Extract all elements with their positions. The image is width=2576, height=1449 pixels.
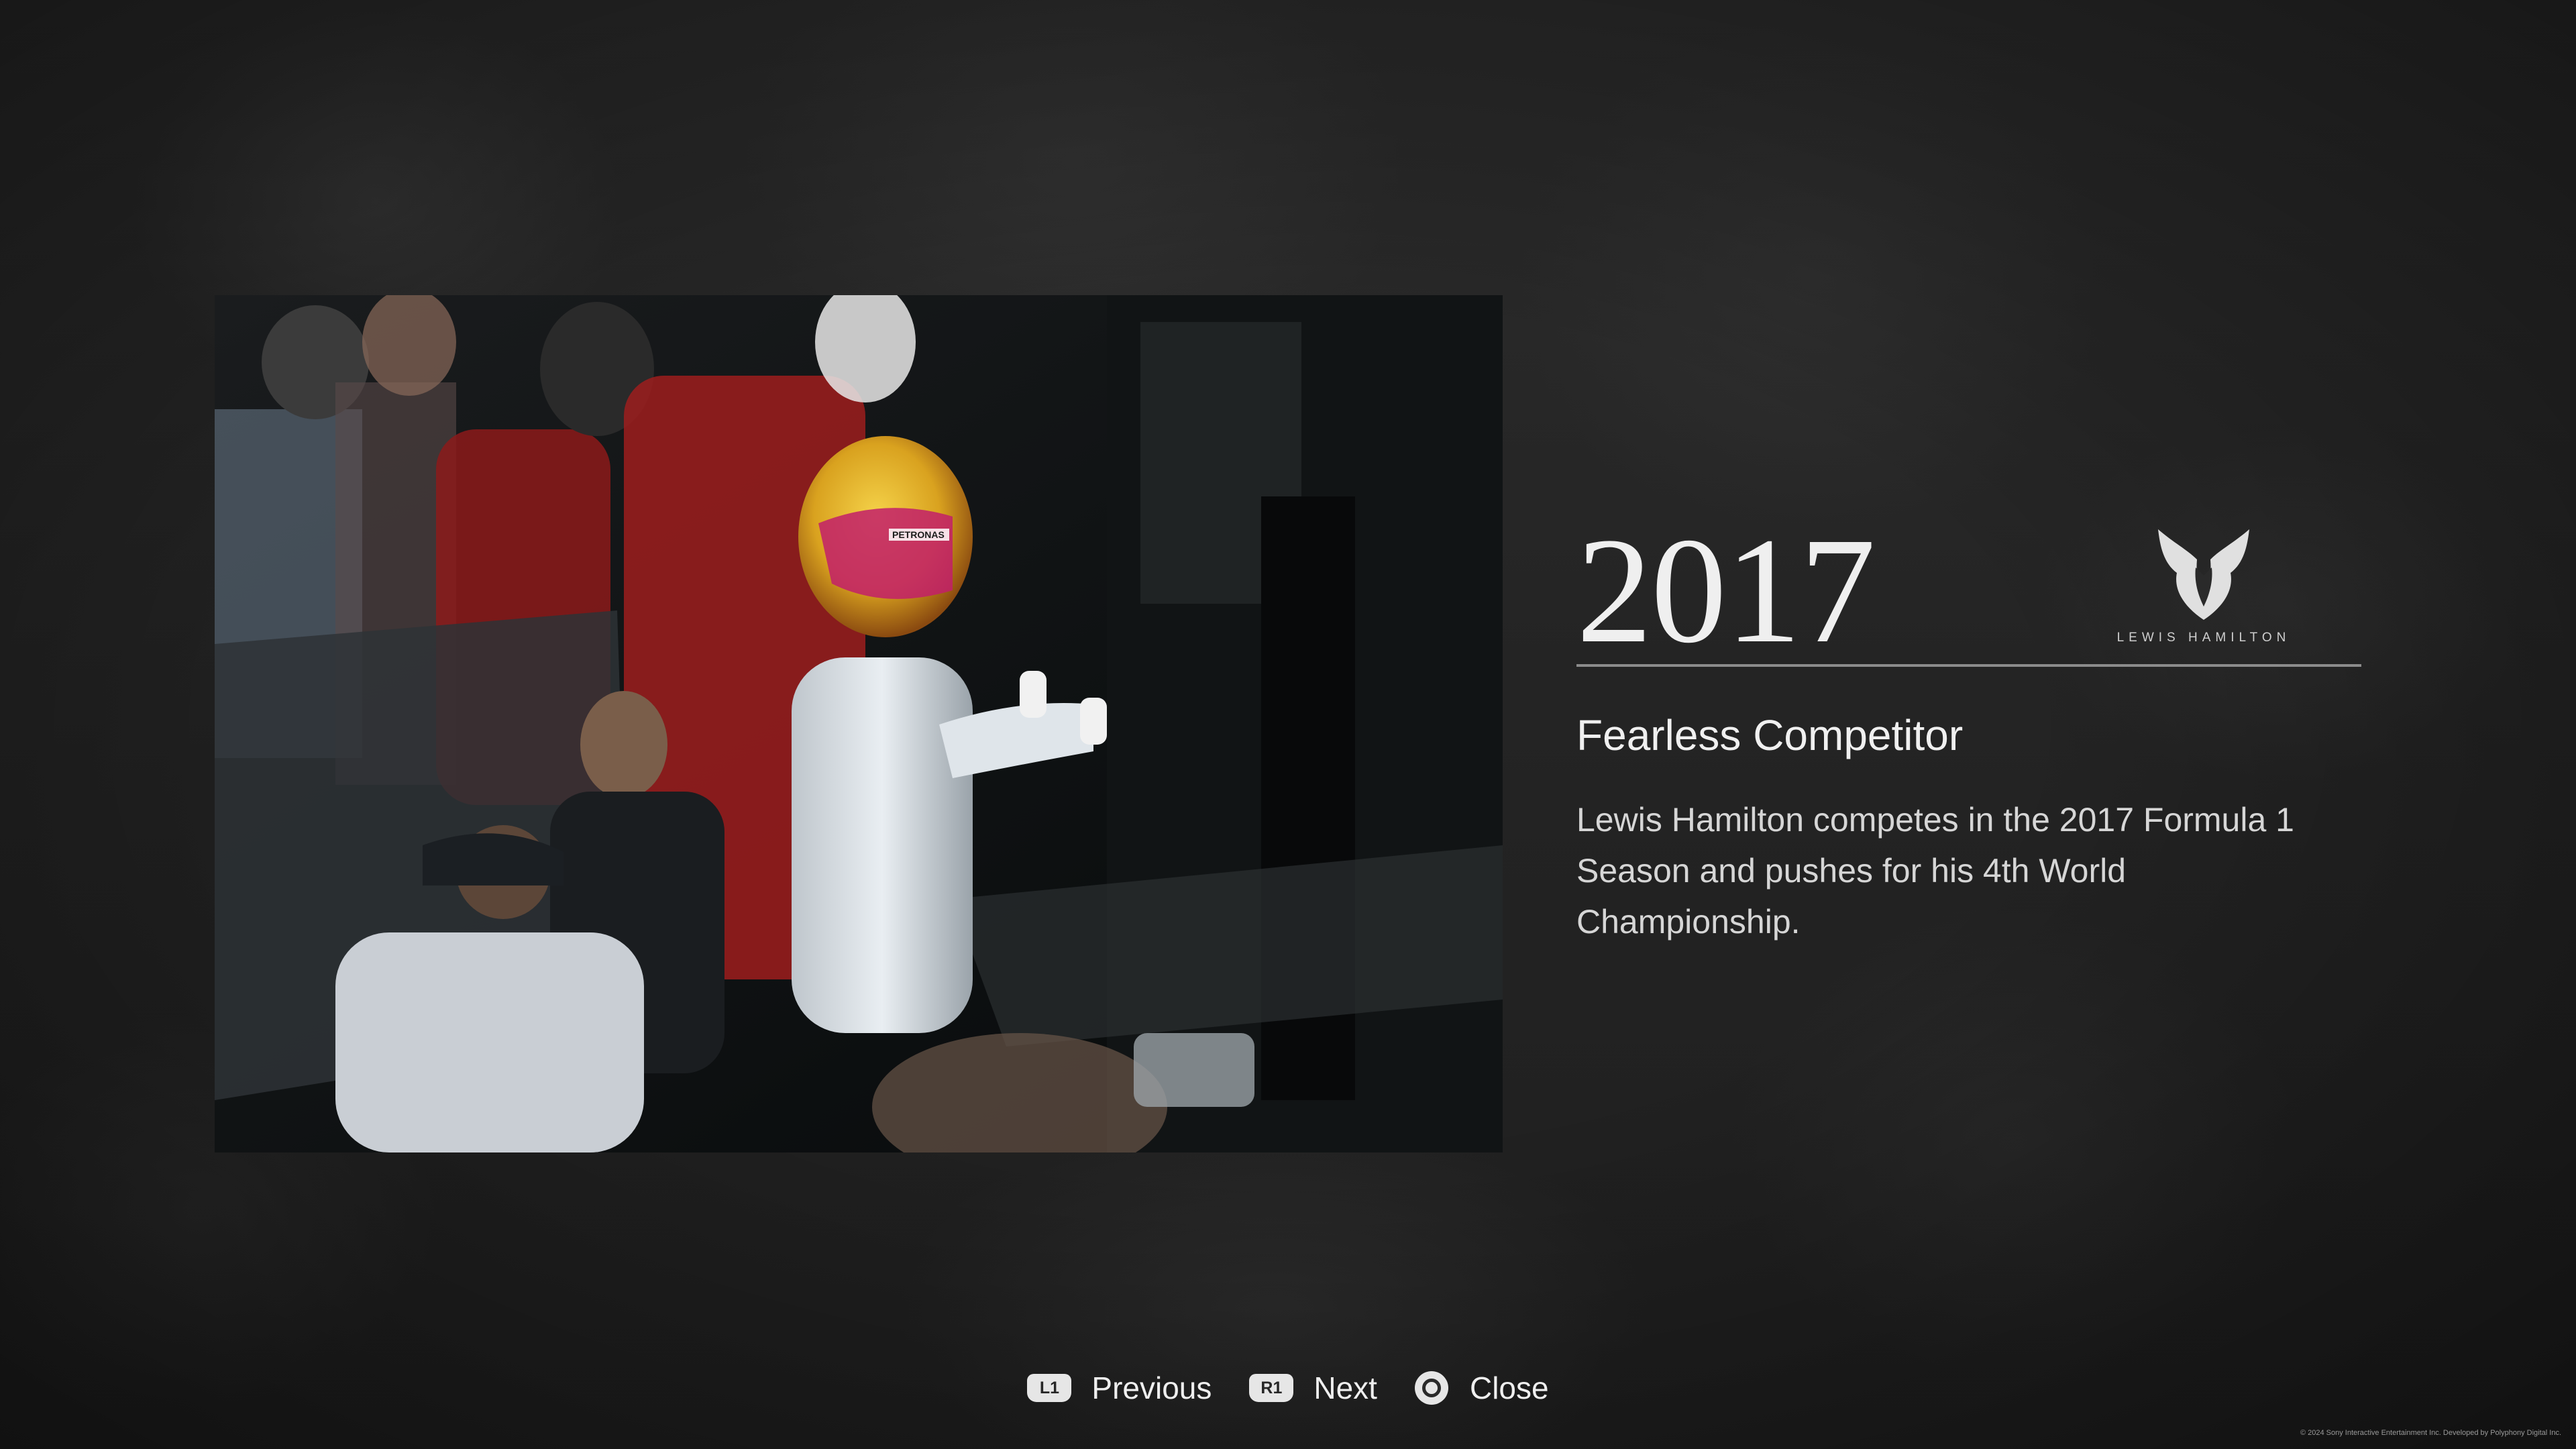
year-row: 2017 LEWIS HAMILTON [1576,506,2361,674]
brand-name: LEWIS HAMILTON [2116,631,2291,645]
lewis-hamilton-logo: LEWIS HAMILTON [2096,526,2311,660]
control-hints: L1 Previous R1 Next Close [0,1370,2576,1406]
info-panel: 2017 LEWIS HAMILTON Fearless Competitor … [1576,506,2361,947]
copyright-notice: © 2024 Sony Interactive Entertainment In… [2300,1429,2561,1437]
helmet-sponsor-text: PETRONAS [892,529,945,540]
featured-photo: PETRONAS [215,295,1503,1152]
year-heading: 2017 [1576,506,1876,674]
next-label: Next [1313,1371,1377,1405]
item-title: Fearless Competitor [1576,711,1964,759]
l1-button-icon: L1 [1027,1374,1072,1402]
r1-button-icon: R1 [1249,1374,1294,1402]
photo-illustration: PETRONAS [215,295,1503,1152]
previous-label: Previous [1091,1371,1212,1405]
next-button[interactable]: R1 Next [1249,1370,1377,1406]
close-button[interactable]: Close [1414,1370,1549,1406]
item-description: Lewis Hamilton competes in the 2017 Form… [1576,801,2294,941]
close-label: Close [1469,1371,1549,1405]
previous-button[interactable]: L1 Previous [1027,1370,1212,1406]
wings-logo-icon [2158,529,2249,620]
circle-button-icon [1414,1371,1448,1405]
